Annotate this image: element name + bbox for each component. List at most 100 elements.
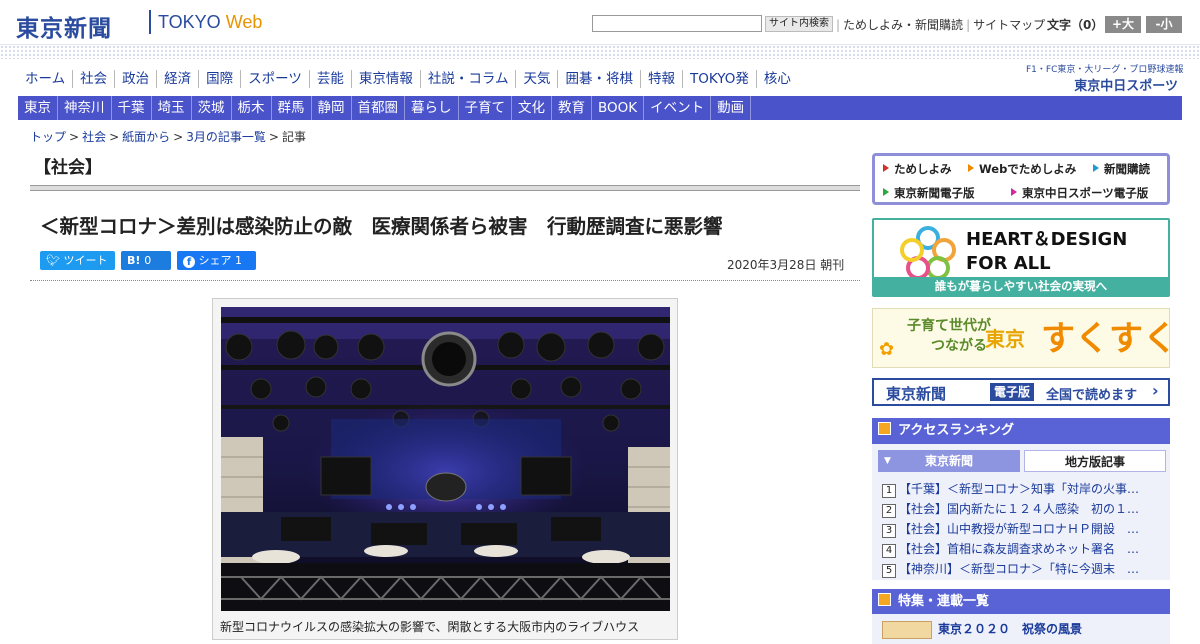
ranking-title: アクセスランキング (898, 423, 1014, 438)
region-nav-item[interactable]: 暮らし (405, 96, 459, 120)
heart-design-banner[interactable]: HEART＆DESIGN FOR ALL 誰もが暮らしやすい社会の実現へ (872, 218, 1170, 297)
breadcrumb-separator: > (173, 130, 184, 144)
arrow-icon (968, 164, 974, 172)
ranking-item[interactable]: 3 【社会】山中教授が新型コロナＨＰ開設 … (882, 520, 1162, 538)
feature-thumbnail[interactable] (882, 621, 932, 639)
trial-link-subscribe[interactable]: 新聞購読 (1093, 161, 1150, 177)
trial-link-web-tameshiyomi[interactable]: Webでためしよみ (968, 161, 1076, 177)
font-large-button[interactable]: +大 (1105, 16, 1141, 33)
font-size-label: 文字（0） (1047, 18, 1104, 32)
trial-links-box: ためしよみ Webでためしよみ 新聞購読 東京新聞電子版 東京中日スポーツ電子版 (872, 153, 1170, 205)
sukusuku-banner[interactable]: 子育て世代が つながる 東京 すくすく ✿ (872, 308, 1177, 368)
trial-link-denshiban[interactable]: 東京新聞電子版 (883, 185, 975, 201)
feature-item[interactable]: 東京２０２０ 祝祭の風景 (938, 620, 1082, 637)
main-nav-item[interactable]: 囲碁・将棋 (558, 70, 641, 88)
trial-link-label: 東京中日スポーツ電子版 (1022, 186, 1149, 200)
epaper-text: 全国で読めます (1046, 388, 1138, 403)
main-nav-item[interactable]: 政治 (115, 70, 158, 88)
link-subscribe[interactable]: ためしよみ・新聞購読 (840, 18, 966, 32)
site-logo-en[interactable]: TOKYO Web (158, 12, 262, 33)
square-bullet-icon (878, 422, 891, 435)
facebook-share-button[interactable]: f シェア 1 (177, 251, 256, 270)
ranking-tab-regional[interactable]: 地方版記事 (1024, 450, 1166, 472)
trial-link-tameshiyomi[interactable]: ためしよみ (883, 161, 952, 177)
ranking-tab-label: 東京新聞 (924, 454, 973, 468)
facebook-share-label: シェア (198, 254, 232, 267)
main-nav-item[interactable]: ホーム (18, 70, 74, 88)
region-nav-item[interactable]: 教育 (552, 96, 592, 120)
breadcrumb-link[interactable]: トップ (30, 130, 66, 144)
article-date: 2020年3月28日 朝刊 (727, 258, 845, 272)
region-nav-item[interactable]: イベント (644, 96, 712, 120)
article-photo[interactable] (221, 307, 670, 611)
main-nav-item[interactable]: 経済 (157, 70, 200, 88)
ranking-item-text: 【社会】山中教授が新型コロナＨＰ開設 … (899, 522, 1140, 536)
site-search-input[interactable] (592, 15, 762, 32)
main-nav-item[interactable]: 天気 (516, 70, 559, 88)
breadcrumb-link[interactable]: 社会 (82, 130, 106, 144)
epaper-banner[interactable]: 東京新聞 電子版 全国で読めます › (872, 378, 1170, 406)
region-nav-item[interactable]: 栃木 (232, 96, 272, 120)
logo-en-tokyo: TOKYO (158, 12, 226, 32)
region-nav-item[interactable]: 神奈川 (58, 96, 112, 120)
ranking-item[interactable]: 5 【神奈川】＜新型コロナ＞「特に今週末 … (882, 560, 1162, 578)
facebook-share-count: 1 (235, 254, 242, 267)
region-nav-item[interactable]: 群馬 (272, 96, 312, 120)
main-nav-item[interactable]: 芸能 (310, 70, 352, 88)
heart-design-tagline: 誰もが暮らしやすい社会の実現へ (874, 277, 1168, 295)
arrow-icon (1093, 164, 1099, 172)
main-nav-item[interactable]: 核心 (757, 70, 798, 88)
main-nav-item[interactable]: 東京情報 (352, 70, 421, 88)
rank-number: 5 (882, 564, 896, 578)
breadcrumb-separator: > (69, 130, 80, 144)
font-small-button[interactable]: -小 (1146, 16, 1182, 33)
arrow-icon (883, 164, 889, 172)
chunichi-logo: 東京中日スポーツ (1074, 79, 1178, 94)
region-nav-item[interactable]: 埼玉 (152, 96, 192, 120)
main-nav-item[interactable]: TOKYO発 (683, 70, 757, 88)
chunichi-sports-link[interactable]: F1・FC東京・大リーグ・プロ野球速報 東京中日スポーツ (1026, 62, 1183, 94)
ranking-tab-label: 地方版記事 (1064, 455, 1125, 469)
region-nav-item[interactable]: 首都圏 (352, 96, 405, 120)
hatena-icon: B! (127, 254, 141, 267)
main-nav-item[interactable]: 国際 (199, 70, 242, 88)
ranking-item[interactable]: 2 【社会】国内新たに１２４人感染 初の１… (882, 500, 1162, 518)
ranking-item[interactable]: 1 【千葉】＜新型コロナ＞知事「対岸の火事… (882, 480, 1162, 498)
region-nav: 東京 神奈川 千葉 埼玉 茨城 栃木 群馬 静岡 首都圏 暮らし 子育て 文化 教育 BOOK イベント 動画 (18, 96, 1182, 120)
region-nav-item[interactable]: 静岡 (312, 96, 352, 120)
logo-divider (149, 10, 151, 34)
logo-en-web: Web (225, 12, 263, 32)
site-search-button[interactable]: サイト内検索 (765, 16, 833, 32)
region-nav-item[interactable]: 文化 (512, 96, 552, 120)
chevron-right-icon: › (1152, 381, 1159, 400)
ranking-panel: ▼ 東京新聞 地方版記事 1 【千葉】＜新型コロナ＞知事「対岸の火事… 2 【社会】国… (872, 444, 1170, 580)
rank-number: 1 (882, 484, 896, 498)
ranking-item[interactable]: 4 【社会】首相に森友調査求めネット署名 … (882, 540, 1162, 558)
breadcrumb-link[interactable]: 紙面から (122, 130, 170, 144)
hatena-bookmark-button[interactable]: B! 0 (121, 251, 171, 270)
trial-link-label: Webでためしよみ (979, 162, 1077, 176)
rank-number: 2 (882, 504, 896, 518)
region-nav-item[interactable]: 子育て (459, 96, 512, 120)
link-sitemap[interactable]: サイトマップ (970, 18, 1048, 32)
ranking-tab-tokyo[interactable]: ▼ 東京新聞 (878, 450, 1020, 472)
main-nav-item[interactable]: 社会 (73, 70, 116, 88)
epaper-brand: 東京新聞 (886, 385, 947, 403)
region-nav-item[interactable]: 東京 (18, 96, 58, 120)
region-nav-item[interactable]: 茨城 (192, 96, 232, 120)
region-nav-item[interactable]: 動画 (711, 96, 752, 120)
main-nav-item[interactable]: スポーツ (241, 70, 310, 88)
trial-link-chunichi-denshiban[interactable]: 東京中日スポーツ電子版 (1011, 185, 1148, 201)
breadcrumb-current: 記事 (281, 130, 306, 144)
site-logo-jp[interactable]: 東京新聞 (16, 9, 112, 43)
features-panel: 東京２０２０ 祝祭の風景 (872, 614, 1170, 644)
main-nav-item[interactable]: 社説・コラム (421, 70, 517, 88)
region-nav-item[interactable]: BOOK (592, 96, 645, 120)
tweet-label: ツイート (63, 254, 108, 267)
region-nav-item[interactable]: 千葉 (112, 96, 152, 120)
tweet-button[interactable]: 🐦︎ ツイート (40, 251, 115, 270)
flower-icon: ✿ (879, 339, 895, 360)
trial-link-label: 新聞購読 (1104, 162, 1150, 176)
main-nav-item[interactable]: 特報 (641, 70, 683, 88)
breadcrumb-link[interactable]: 3月の記事一覧 (186, 130, 266, 144)
